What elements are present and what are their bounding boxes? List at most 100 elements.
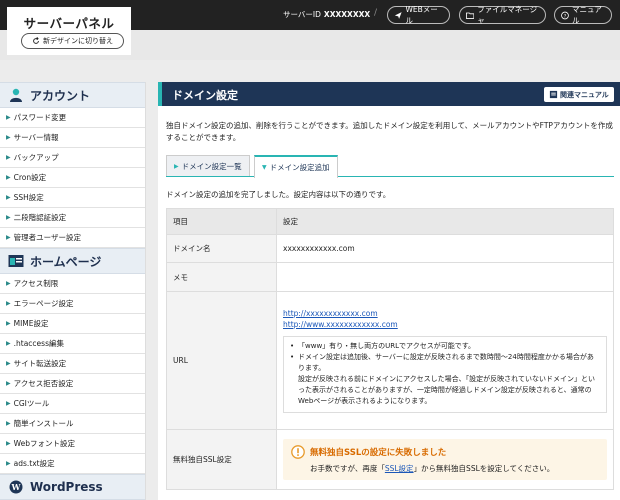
help-icon: ?: [561, 11, 569, 19]
ssl-label: 無料独自SSL設定: [166, 429, 277, 490]
chevron-right-icon: ▶: [6, 114, 11, 121]
sidebar-homepage-item[interactable]: ▶ エラーページ設定: [0, 294, 145, 314]
sidebar-section-wordpress: W WordPress: [0, 474, 145, 500]
new-design-button[interactable]: 新デザインに切り替え: [21, 33, 124, 49]
memo-value: [276, 262, 614, 292]
folder-icon: [466, 12, 475, 19]
sidebar-section-account: アカウント: [0, 82, 145, 108]
url-link-2[interactable]: http://www.xxxxxxxxxxxx.com: [283, 319, 607, 330]
table-row: ドメイン名 xxxxxxxxxxxx.com: [166, 234, 614, 263]
intro-text: 独自ドメイン設定の追加、削除を行うことができます。追加したドメイン設定を利用して…: [166, 121, 613, 142]
sidebar-homepage-item[interactable]: ▶ アクセス拒否設定: [0, 374, 145, 394]
sidebar-account-item[interactable]: ▶ 管理者ユーザー設定: [0, 228, 145, 248]
sidebar-item-label: 簡単インストール: [13, 419, 74, 428]
tab-domain-list[interactable]: ▶ ドメイン設定一覧: [166, 155, 250, 177]
sidebar: アカウント ▶ パスワード変更 ▶ サーバー情報 ▶ バックアップ ▶ Cron設定 ▶ SSH設…: [0, 82, 146, 500]
header-setting: 設定: [276, 208, 614, 235]
table-row: メモ: [166, 262, 614, 292]
sidebar-item-label: アクセス拒否設定: [13, 379, 74, 388]
logo-title: サーバーパネル: [23, 16, 115, 31]
domain-value: xxxxxxxxxxxx.com: [276, 234, 614, 263]
sidebar-item-label: アクセス制限: [13, 279, 59, 288]
chevron-right-icon: ▶: [6, 460, 11, 467]
sidebar-item-label: サーバー情報: [13, 133, 59, 142]
memo-label: メモ: [166, 262, 277, 292]
main-header: ドメイン設定 関連マニュアル: [158, 82, 620, 106]
chevron-right-icon: ▶: [6, 360, 11, 367]
chevron-down-icon: ▼: [262, 164, 267, 171]
sidebar-item-label: .htaccess編集: [13, 339, 64, 348]
table-header-row: 項目 設定: [166, 208, 614, 235]
logo-box: サーバーパネル 新デザインに切り替え: [7, 7, 131, 55]
ssl-settings-link[interactable]: SSL設定: [385, 464, 414, 473]
sidebar-item-label: バックアップ: [13, 153, 59, 162]
svg-text:W: W: [11, 482, 22, 492]
sidebar-homepage-item[interactable]: ▶ 簡単インストール: [0, 414, 145, 434]
note-item: 「www」有り・無し両方のURLでアクセスが可能です。: [290, 341, 600, 352]
chevron-right-icon: ▶: [6, 440, 11, 447]
sidebar-item-label: MIME設定: [13, 319, 49, 328]
sidebar-item-label: ads.txt設定: [13, 459, 55, 468]
chevron-right-icon: ▶: [6, 194, 11, 201]
main-panel: ドメイン設定 関連マニュアル 独自ドメイン設定の追加、削除を行うことができます。…: [158, 82, 620, 500]
sidebar-homepage-item[interactable]: ▶ CGIツール: [0, 394, 145, 414]
sidebar-account-item[interactable]: ▶ 二段階認証設定: [0, 208, 145, 228]
sidebar-account-item[interactable]: ▶ サーバー情報: [0, 128, 145, 148]
user-icon: [10, 88, 22, 102]
url-label: URL: [166, 291, 277, 430]
chevron-right-icon: ▶: [6, 280, 11, 287]
sidebar-account-item[interactable]: ▶ パスワード変更: [0, 108, 145, 128]
chevron-right-icon: ▶: [6, 234, 11, 241]
chevron-right-icon: ▶: [6, 174, 11, 181]
sidebar-account-item[interactable]: ▶ バックアップ: [0, 148, 145, 168]
wordpress-icon: W: [9, 480, 23, 494]
sidebar-section-homepage: ホームページ: [0, 248, 145, 274]
url-link-1[interactable]: http://xxxxxxxxxxxx.com: [283, 308, 607, 319]
chevron-right-icon: ▶: [6, 400, 11, 407]
sidebar-homepage-item[interactable]: ▶ ads.txt設定: [0, 454, 145, 474]
sidebar-item-label: エラーページ設定: [13, 299, 74, 308]
tab-underline: [166, 176, 614, 177]
completion-message: ドメイン設定の追加を完了しました。設定内容は以下の通りです。: [166, 190, 391, 199]
chevron-right-icon: ▶: [6, 134, 11, 141]
settings-table: 項目 設定 ドメイン名 xxxxxxxxxxxx.com メモ URL http…: [166, 208, 614, 490]
domain-label: ドメイン名: [166, 234, 277, 263]
server-id: サーバーID XXXXXXXX: [283, 10, 371, 19]
sidebar-homepage-item[interactable]: ▶ .htaccess編集: [0, 334, 145, 354]
ssl-error-box: 無料独自SSLの設定に失敗しました お手数ですが、再度「SSL設定」から無料独自…: [283, 439, 607, 480]
url-notes: 「www」有り・無し両方のURLでアクセスが可能です。 ドメイン設定は追加後、サ…: [283, 336, 607, 413]
sidebar-item-label: 二段階認証設定: [13, 213, 67, 222]
separator: /: [374, 8, 378, 18]
sidebar-item-label: CGIツール: [13, 399, 50, 408]
sidebar-item-label: パスワード変更: [13, 113, 67, 122]
page-title: ドメイン設定: [172, 89, 238, 102]
header-item: 項目: [166, 208, 277, 235]
sidebar-homepage-item[interactable]: ▶ アクセス制限: [0, 274, 145, 294]
sidebar-homepage-item[interactable]: ▶ Webフォント設定: [0, 434, 145, 454]
webmail-button[interactable]: WEBメール: [387, 5, 450, 25]
chevron-right-icon: ▶: [6, 300, 11, 307]
chevron-right-icon: ▶: [6, 154, 11, 161]
note-paragraph: 設定が反映される前にドメインにアクセスした場合、「設定が反映されていないドメイン…: [298, 375, 595, 405]
related-manual-button[interactable]: 関連マニュアル: [544, 87, 614, 102]
sidebar-homepage-item[interactable]: ▶ サイト転送設定: [0, 354, 145, 374]
sidebar-item-label: 管理者ユーザー設定: [13, 233, 81, 242]
file-manager-button[interactable]: ファイルマネージャ: [459, 5, 546, 25]
sidebar-account-item[interactable]: ▶ Cron設定: [0, 168, 145, 188]
chevron-right-icon: ▶: [6, 320, 11, 327]
chevron-right-icon: ▶: [6, 380, 11, 387]
mail-icon: [394, 11, 402, 19]
chevron-right-icon: ▶: [6, 340, 11, 347]
table-row: URL http://xxxxxxxxxxxx.com http://www.x…: [166, 291, 614, 430]
sidebar-item-label: サイト転送設定: [13, 359, 67, 368]
tab-domain-add[interactable]: ▼ ドメイン設定追加: [254, 155, 338, 178]
chevron-right-icon: ▶: [6, 420, 11, 427]
sidebar-account-item[interactable]: ▶ SSH設定: [0, 188, 145, 208]
sidebar-item-label: SSH設定: [13, 193, 44, 202]
refresh-icon: [33, 37, 39, 44]
chevron-right-icon: ▶: [174, 162, 179, 170]
book-icon: [549, 90, 558, 99]
sidebar-homepage-item[interactable]: ▶ MIME設定: [0, 314, 145, 334]
manual-button[interactable]: ? マニュアル: [554, 5, 612, 25]
warning-icon: [291, 445, 305, 459]
